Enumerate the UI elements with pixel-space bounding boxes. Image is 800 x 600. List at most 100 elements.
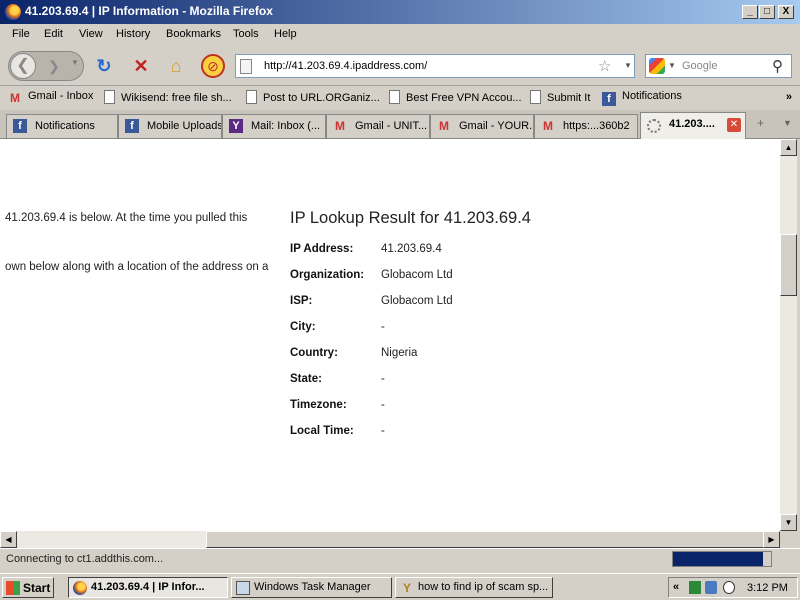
menu-edit[interactable]: Edit bbox=[44, 28, 63, 40]
windows-taskbar: Start 41.203.69.4 | IP Infor... Windows … bbox=[0, 573, 800, 600]
network-icon[interactable] bbox=[705, 581, 717, 594]
tab-notifications[interactable]: f Notifications bbox=[6, 114, 118, 138]
bookmark-star-icon[interactable]: ☆ bbox=[598, 57, 611, 75]
task-manager-icon bbox=[236, 581, 250, 595]
history-dropdown-icon[interactable]: ▼ bbox=[71, 58, 81, 67]
panda-icon[interactable] bbox=[723, 581, 735, 594]
facebook-icon: f bbox=[125, 119, 139, 133]
menu-bookmarks[interactable]: Bookmarks bbox=[166, 28, 221, 40]
url-bar[interactable]: http://41.203.69.4.ipaddress.com/ ☆ ▼ bbox=[235, 54, 635, 78]
back-icon[interactable]: ❮ bbox=[10, 53, 36, 79]
search-box[interactable]: ▼ Google ⚲ bbox=[645, 54, 792, 78]
minimize-button[interactable]: _ bbox=[742, 5, 758, 19]
row-label-ip-address: IP Address: bbox=[290, 243, 354, 255]
tab-ip-information[interactable]: 41.203.... ✕ bbox=[640, 112, 746, 139]
tab-strip: f Notifications f Mobile Uploads Y Mail:… bbox=[0, 110, 800, 139]
loading-spinner-icon bbox=[647, 119, 661, 133]
scrollbar-corner bbox=[780, 531, 797, 548]
bookmark-free-vpn[interactable]: Best Free VPN Accou... bbox=[389, 90, 522, 106]
row-value-state: - bbox=[381, 373, 385, 385]
tab-gmail-your[interactable]: M Gmail - YOUR... bbox=[430, 114, 534, 138]
system-tray: « 3:12 PM bbox=[668, 577, 798, 598]
window-title: 41.203.69.4 | IP Information - Mozilla F… bbox=[25, 4, 273, 18]
google-icon[interactable] bbox=[649, 58, 665, 74]
close-tab-icon[interactable]: ✕ bbox=[727, 118, 741, 132]
url-dropdown-icon[interactable]: ▼ bbox=[624, 61, 632, 70]
close-button[interactable]: X bbox=[778, 5, 794, 19]
maximize-button[interactable]: □ bbox=[759, 5, 775, 19]
menu-history[interactable]: History bbox=[116, 28, 150, 40]
bookmark-notifications[interactable]: f Notifications bbox=[602, 90, 682, 106]
task-firefox[interactable]: 41.203.69.4 | IP Infor... bbox=[68, 577, 228, 598]
stop-icon[interactable]: ✕ bbox=[130, 56, 152, 76]
home-icon[interactable]: ⌂ bbox=[165, 56, 187, 76]
vertical-scrollbar[interactable]: ▲ ▼ bbox=[780, 139, 797, 531]
page-icon bbox=[246, 90, 257, 104]
vertical-scroll-thumb[interactable] bbox=[780, 234, 797, 296]
row-value-organization: Globacom Ltd bbox=[381, 269, 453, 281]
document-icon: Y bbox=[402, 581, 411, 595]
clock[interactable]: 3:12 PM bbox=[747, 582, 788, 594]
url-text[interactable]: http://41.203.69.4.ipaddress.com/ bbox=[264, 60, 427, 72]
task-task-manager[interactable]: Windows Task Manager bbox=[231, 577, 392, 598]
bookmark-post-to-url[interactable]: Post to URL.ORGaniz... bbox=[246, 90, 380, 106]
reload-icon[interactable]: ↻ bbox=[93, 56, 115, 76]
page-icon bbox=[389, 90, 400, 104]
task-how-to-find-ip[interactable]: Y how to find ip of scam sp... bbox=[395, 577, 553, 598]
tab-list-icon[interactable]: ▼ bbox=[783, 118, 792, 128]
menu-bar: File Edit View History Bookmarks Tools H… bbox=[0, 24, 800, 46]
gmail-icon: M bbox=[10, 91, 20, 105]
yahoo-icon: Y bbox=[229, 119, 243, 133]
tab-gmail-unit[interactable]: M Gmail - UNIT... bbox=[326, 114, 430, 138]
navigation-toolbar: ❮ ❯ ▼ ↻ ✕ ⌂ ⊘ http://41.203.69.4.ipaddre… bbox=[0, 46, 800, 86]
facebook-icon: f bbox=[13, 119, 27, 133]
search-engine-dropdown-icon[interactable]: ▼ bbox=[668, 61, 676, 70]
start-button[interactable]: Start bbox=[2, 577, 54, 598]
menu-help[interactable]: Help bbox=[274, 28, 297, 40]
horizontal-scroll-thumb[interactable] bbox=[206, 531, 766, 548]
menu-view[interactable]: View bbox=[79, 28, 103, 40]
row-label-country: Country: bbox=[290, 347, 338, 359]
tray-app-icon[interactable] bbox=[689, 581, 701, 594]
page-icon bbox=[530, 90, 541, 104]
loading-progress-bar bbox=[672, 551, 772, 567]
row-value-timezone: - bbox=[381, 399, 385, 411]
bookmarks-more-chevron[interactable]: » bbox=[786, 91, 792, 103]
row-value-local-time: - bbox=[381, 425, 385, 437]
row-value-isp: Globacom Ltd bbox=[381, 295, 453, 307]
row-label-city: City: bbox=[290, 321, 316, 333]
row-value-ip-address: 41.203.69.4 bbox=[381, 243, 442, 255]
bookmark-gmail-inbox[interactable]: M Gmail - Inbox bbox=[8, 90, 93, 106]
intro-text-line-2: own below along with a location of the a… bbox=[5, 261, 269, 273]
lookup-heading: IP Lookup Result for 41.203.69.4 bbox=[290, 209, 531, 227]
menu-file[interactable]: File bbox=[12, 28, 30, 40]
horizontal-scrollbar[interactable]: ◀ ▶ bbox=[0, 531, 780, 548]
new-tab-icon[interactable]: + bbox=[757, 116, 764, 130]
forward-icon[interactable]: ❯ bbox=[39, 56, 69, 76]
windows-logo-icon bbox=[6, 581, 20, 595]
progress-fill bbox=[673, 552, 764, 566]
scroll-down-icon[interactable]: ▼ bbox=[780, 514, 797, 531]
bookmark-submit-it[interactable]: Submit It bbox=[530, 90, 590, 106]
search-icon[interactable]: ⚲ bbox=[772, 57, 783, 75]
row-label-isp: ISP: bbox=[290, 295, 313, 307]
tray-expand-icon[interactable]: « bbox=[673, 581, 679, 593]
tab-mobile-uploads[interactable]: f Mobile Uploads bbox=[118, 114, 222, 138]
addon-icon[interactable]: ⊘ bbox=[201, 54, 225, 78]
row-label-organization: Organization: bbox=[290, 269, 365, 281]
scroll-up-icon[interactable]: ▲ bbox=[780, 139, 797, 156]
bookmark-wikisend[interactable]: Wikisend: free file sh... bbox=[104, 90, 232, 106]
tab-yahoo-mail[interactable]: Y Mail: Inbox (... bbox=[222, 114, 326, 138]
window-title-bar[interactable]: 41.203.69.4 | IP Information - Mozilla F… bbox=[0, 0, 800, 24]
scroll-right-icon[interactable]: ▶ bbox=[763, 531, 780, 548]
facebook-icon: f bbox=[602, 92, 616, 106]
row-value-city: - bbox=[381, 321, 385, 333]
row-value-country: Nigeria bbox=[381, 347, 418, 359]
scroll-left-icon[interactable]: ◀ bbox=[0, 531, 17, 548]
menu-tools[interactable]: Tools bbox=[233, 28, 259, 40]
bookmarks-toolbar: M Gmail - Inbox Wikisend: free file sh...… bbox=[0, 86, 800, 110]
search-input[interactable]: Google bbox=[682, 60, 717, 72]
intro-text-line-1: 41.203.69.4 is below. At the time you pu… bbox=[5, 212, 248, 224]
row-label-local-time: Local Time: bbox=[290, 425, 354, 437]
tab-https-360b2[interactable]: M https:...360b2 bbox=[534, 114, 638, 138]
